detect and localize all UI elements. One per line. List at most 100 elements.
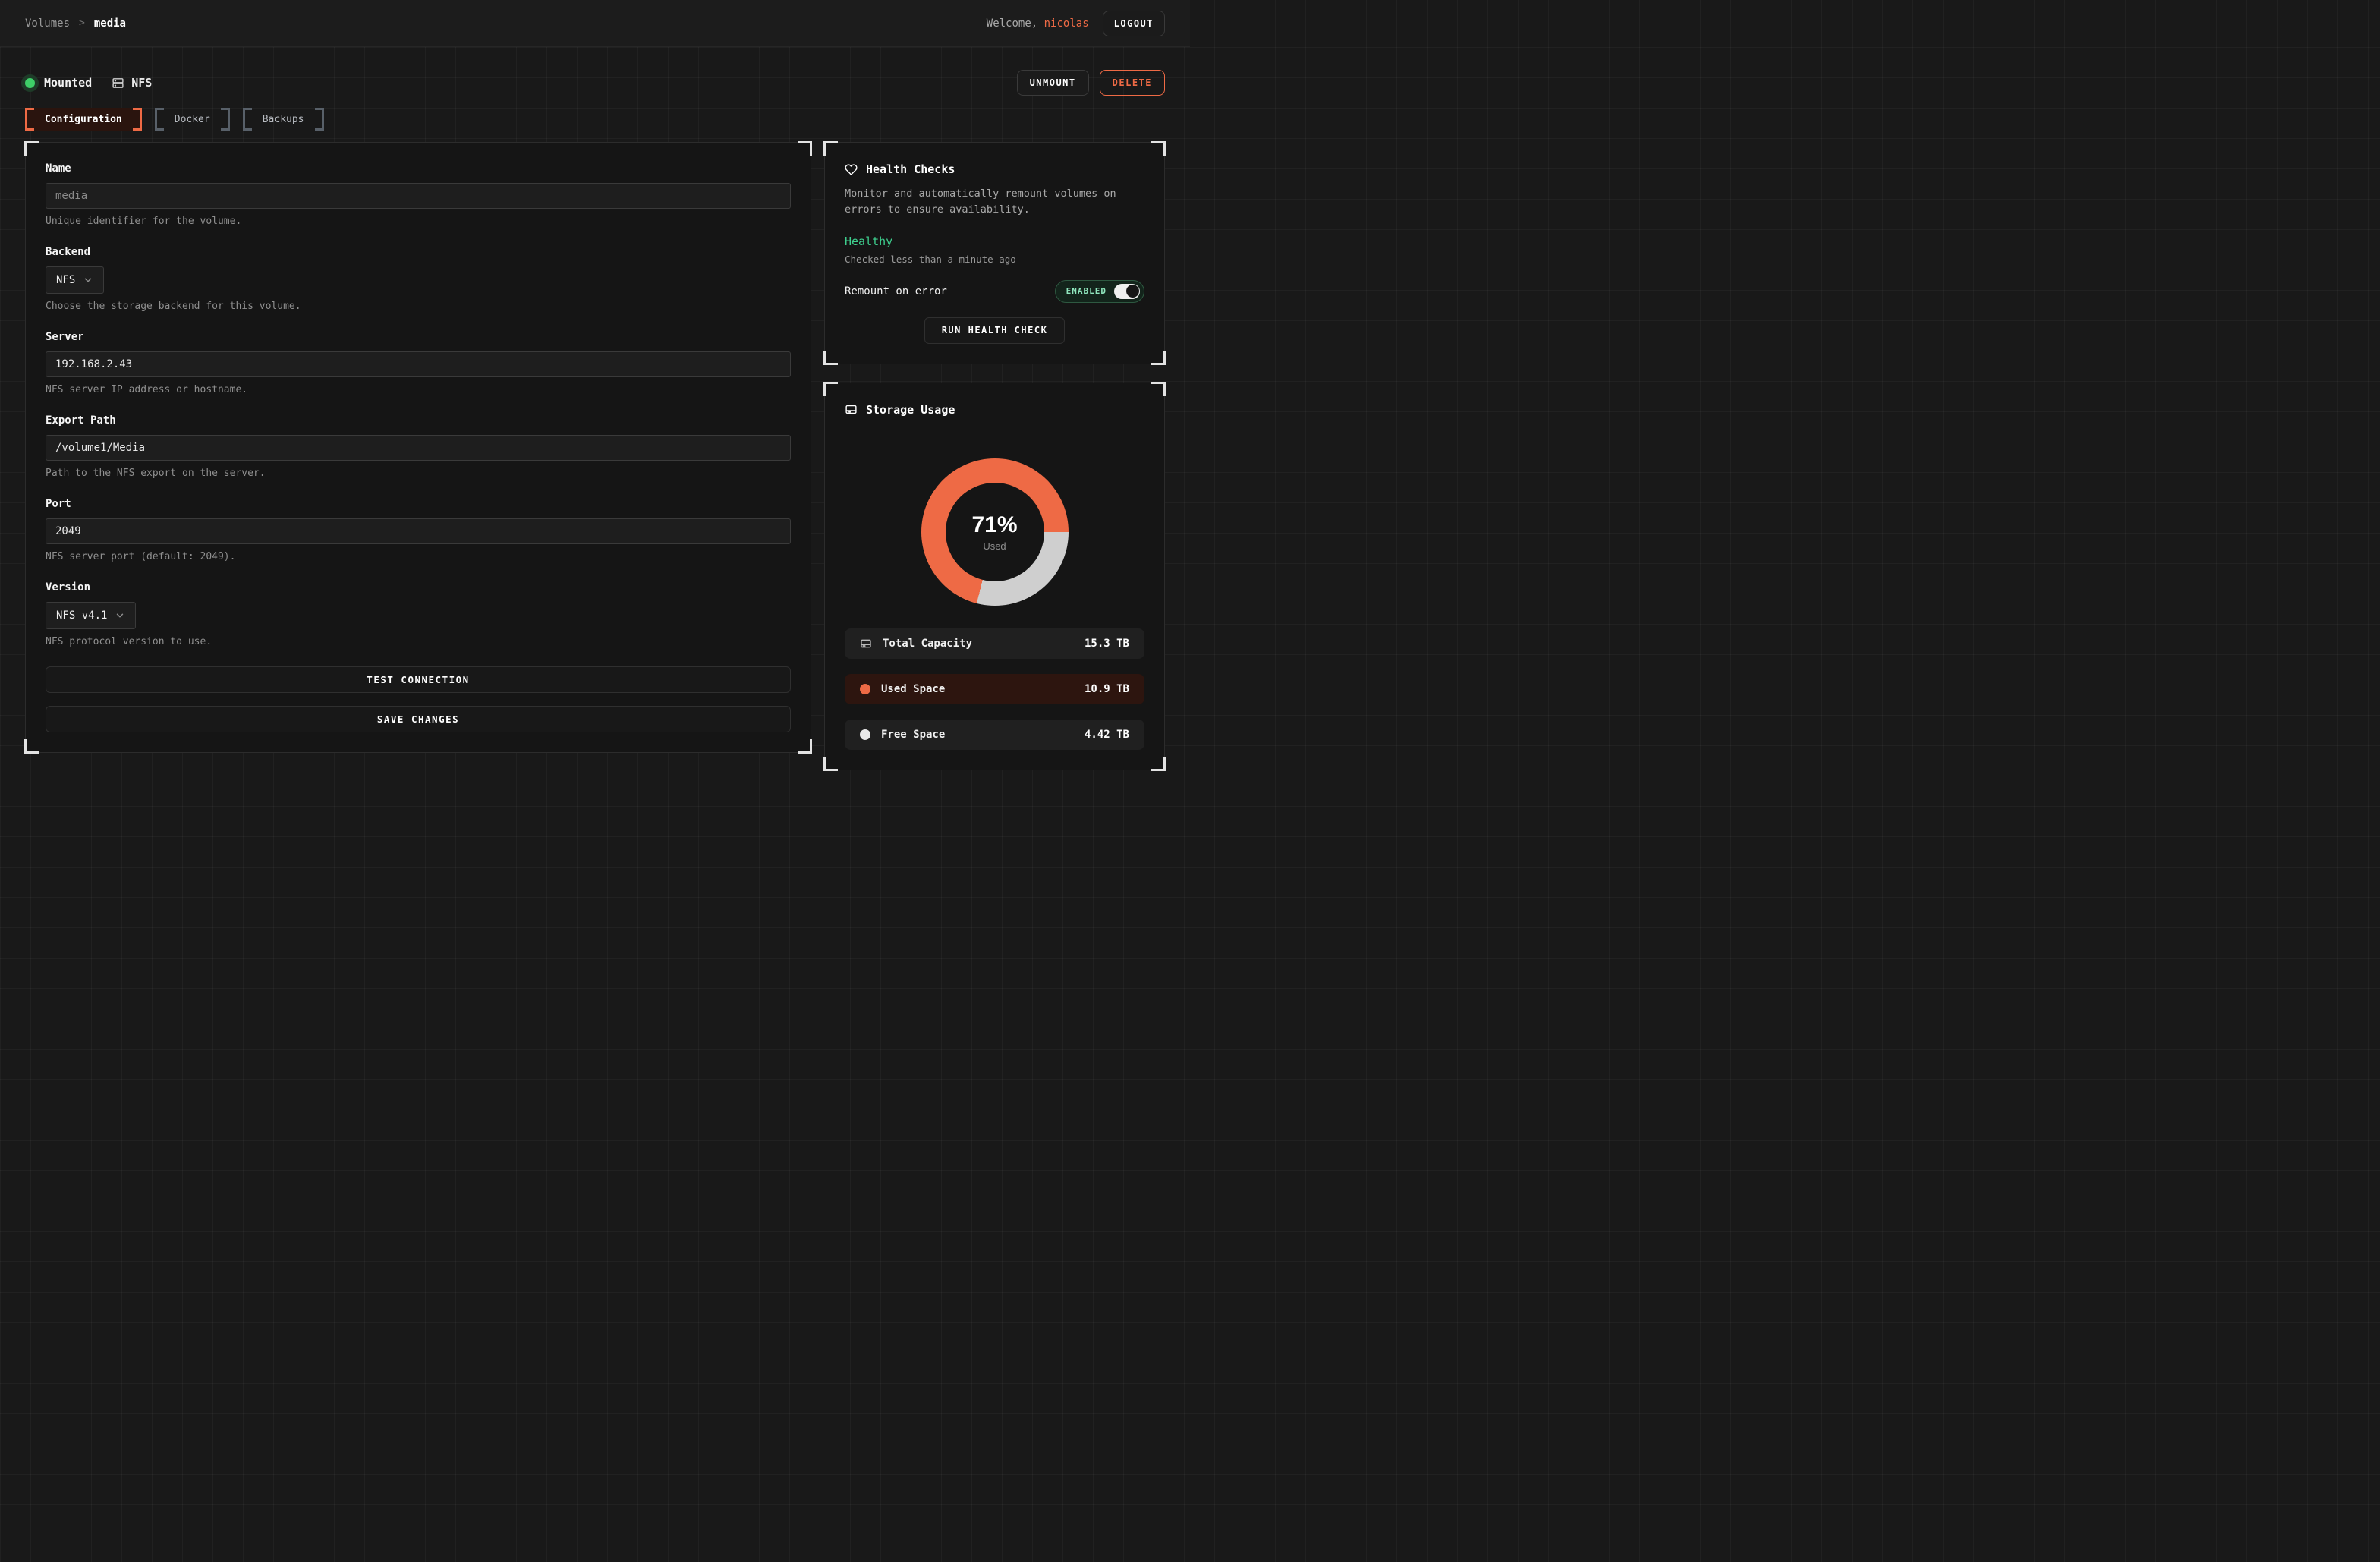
breadcrumb: Volumes > media	[25, 17, 126, 30]
tab-backups[interactable]: Backups	[243, 108, 324, 131]
port-input[interactable]	[46, 518, 791, 544]
health-status-text: Healthy	[845, 235, 1144, 248]
corner-marker	[1151, 141, 1166, 156]
status-left: Mounted NFS	[25, 76, 152, 90]
heart-icon	[845, 163, 858, 176]
breadcrumb-volumes[interactable]: Volumes	[25, 17, 70, 30]
breadcrumb-separator-icon: >	[79, 17, 85, 29]
health-description: Monitor and automatically remount volume…	[845, 186, 1142, 218]
corner-marker	[823, 382, 838, 396]
backend-label: Backend	[46, 246, 791, 258]
backend-label: NFS	[131, 76, 152, 90]
corner-marker	[798, 141, 812, 156]
stat-label: Used Space	[881, 683, 945, 695]
welcome-prefix: Welcome,	[987, 17, 1044, 30]
logout-button[interactable]: LOGOUT	[1103, 11, 1165, 36]
corner-marker	[24, 141, 39, 156]
remount-row: Remount on error ENABLED	[845, 280, 1144, 303]
save-changes-button[interactable]: SAVE CHANGES	[46, 706, 791, 732]
storage-usage-title-row: Storage Usage	[845, 403, 1144, 417]
export-path-label: Export Path	[46, 414, 791, 427]
storage-usage-title: Storage Usage	[866, 403, 955, 417]
server-label: Server	[46, 331, 791, 343]
donut-percent: 71%	[971, 512, 1017, 538]
backend-select-value: NFS	[56, 274, 75, 286]
welcome-text: Welcome, nicolas	[987, 17, 1089, 30]
free-space-dot-icon	[860, 729, 870, 740]
donut-wrap: 71% Used	[845, 458, 1144, 606]
corner-marker	[823, 351, 838, 365]
version-field-group: Version NFS v4.1 NFS protocol version to…	[46, 581, 791, 647]
stat-label: Total Capacity	[883, 638, 972, 650]
status-row: Mounted NFS UNMOUNT DELETE	[25, 70, 1165, 96]
run-health-check-button[interactable]: RUN HEALTH CHECK	[924, 317, 1066, 344]
top-bar: Volumes > media Welcome, nicolas LOGOUT	[0, 0, 1190, 47]
version-select-value: NFS v4.1	[56, 609, 107, 622]
remount-toggle[interactable]: ENABLED	[1055, 280, 1144, 303]
right-column: Health Checks Monitor and automatically …	[824, 142, 1165, 770]
export-path-input[interactable]	[46, 435, 791, 461]
mounted-label: Mounted	[44, 76, 92, 90]
version-select[interactable]: NFS v4.1	[46, 602, 136, 629]
export-path-field-group: Export Path Path to the NFS export on th…	[46, 414, 791, 479]
backend-select[interactable]: NFS	[46, 266, 104, 294]
version-label: Version	[46, 581, 791, 594]
backend-field-group: Backend NFS Choose the storage backend f…	[46, 246, 791, 312]
health-checks-title-row: Health Checks	[845, 162, 1144, 176]
corner-marker	[24, 739, 39, 754]
stat-row-free-space: Free Space 4.42 TB	[845, 720, 1144, 750]
topbar-right: Welcome, nicolas LOGOUT	[987, 11, 1165, 36]
server-helper: NFS server IP address or hostname.	[46, 384, 791, 395]
corner-marker	[798, 739, 812, 754]
unmount-button[interactable]: UNMOUNT	[1017, 70, 1089, 96]
version-helper: NFS protocol version to use.	[46, 636, 791, 647]
remount-label: Remount on error	[845, 285, 947, 298]
health-checks-card: Health Checks Monitor and automatically …	[824, 142, 1165, 364]
mounted-status-dot	[25, 78, 35, 88]
stat-value: 15.3 TB	[1085, 638, 1129, 650]
name-helper: Unique identifier for the volume.	[46, 216, 791, 227]
health-checked-text: Checked less than a minute ago	[845, 254, 1144, 265]
delete-button[interactable]: DELETE	[1100, 70, 1165, 96]
server-stack-icon	[112, 77, 124, 90]
port-field-group: Port NFS server port (default: 2049).	[46, 498, 791, 562]
tab-bar: Configuration Docker Backups	[25, 108, 1165, 131]
stat-row-total-capacity: Total Capacity 15.3 TB	[845, 628, 1144, 659]
status-actions: UNMOUNT DELETE	[1017, 70, 1165, 96]
toggle-knob	[1126, 285, 1139, 298]
corner-marker	[823, 141, 838, 156]
donut-caption: Used	[983, 540, 1006, 552]
run-check-row: RUN HEALTH CHECK	[845, 317, 1144, 344]
storage-stats: Total Capacity 15.3 TB Used Space 10.9 T…	[845, 628, 1144, 750]
name-label: Name	[46, 162, 791, 175]
storage-donut-chart: 71% Used	[921, 458, 1069, 606]
remount-toggle-label: ENABLED	[1066, 286, 1107, 296]
chevron-down-icon	[83, 275, 93, 285]
corner-marker	[823, 757, 838, 771]
stat-value: 10.9 TB	[1085, 683, 1129, 695]
stat-label: Free Space	[881, 729, 945, 741]
chevron-down-icon	[115, 610, 125, 621]
hard-drive-icon	[860, 638, 872, 650]
corner-marker	[1151, 351, 1166, 365]
storage-usage-card: Storage Usage 71% Used	[824, 383, 1165, 770]
tab-docker[interactable]: Docker	[155, 108, 230, 131]
port-helper: NFS server port (default: 2049).	[46, 551, 791, 562]
page: Mounted NFS UNMOUNT DELETE Configuration…	[0, 70, 1190, 770]
name-input[interactable]	[46, 183, 791, 209]
export-path-helper: Path to the NFS export on the server.	[46, 468, 791, 479]
donut-hole: 71% Used	[946, 483, 1044, 581]
corner-marker	[1151, 382, 1166, 396]
port-label: Port	[46, 498, 791, 510]
breadcrumb-current: media	[94, 17, 126, 30]
corner-marker	[1151, 757, 1166, 771]
content: Name Unique identifier for the volume. B…	[25, 142, 1165, 770]
test-connection-button[interactable]: TEST CONNECTION	[46, 666, 791, 693]
hard-drive-icon	[845, 403, 858, 416]
health-checks-title: Health Checks	[866, 162, 955, 176]
server-input[interactable]	[46, 351, 791, 377]
backend-helper: Choose the storage backend for this volu…	[46, 301, 791, 312]
tab-configuration[interactable]: Configuration	[25, 108, 142, 131]
mount-status: Mounted	[25, 76, 92, 90]
backend-chip: NFS	[112, 76, 152, 90]
